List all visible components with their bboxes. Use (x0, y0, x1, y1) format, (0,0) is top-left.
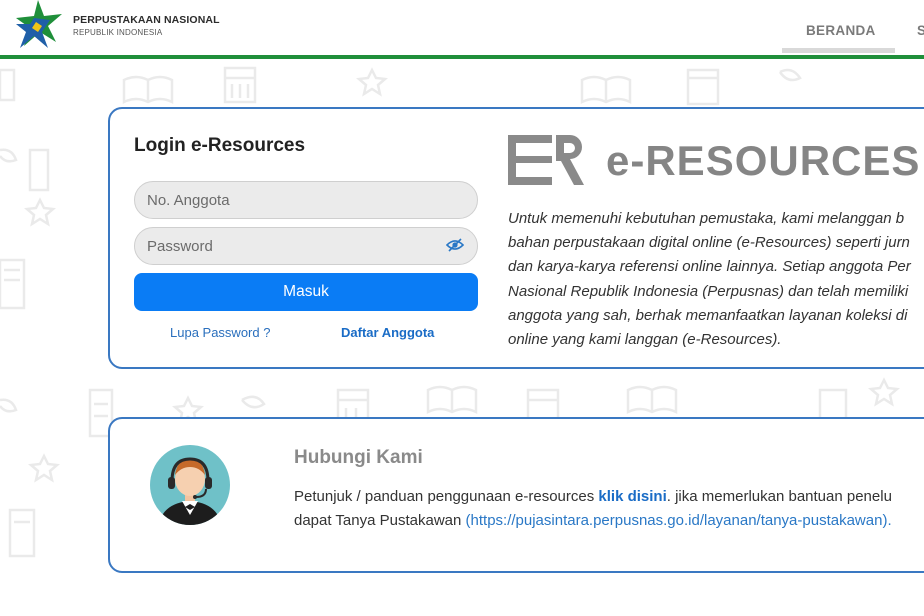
customer-service-agent-icon (148, 443, 232, 527)
brand-title: PERPUSTAKAAN NASIONAL (73, 14, 220, 26)
star-logo-icon[interactable] (12, 0, 72, 52)
contact-line-text: dapat Tanya Pustakawan (294, 512, 466, 529)
description-line: online yang kami langgan (e-Resources). (508, 331, 782, 349)
e-resources-description: Untuk memenuhi kebutuhan pemustaka, kami… (508, 207, 924, 352)
description-line: Untuk memenuhi kebutuhan pemustaka, kami… (508, 210, 905, 227)
nav-item-truncated[interactable]: S (917, 23, 924, 38)
contact-description: Petunjuk / panduan penggunaan e-resource… (294, 485, 892, 533)
password-input[interactable] (134, 227, 478, 265)
login-submit-button[interactable]: Masuk (134, 273, 478, 311)
login-card: Login e-Resources Masuk Lupa Password ? … (108, 107, 924, 369)
e-resources-title: e-RESOURCES (606, 137, 921, 184)
contact-card: Hubungi Kami Petunjuk / panduan pengguna… (108, 417, 924, 573)
description-line: Nasional Republik Indonesia (Perpusnas) … (508, 282, 909, 300)
brand-subtitle: REPUBLIK INDONESIA (73, 28, 163, 37)
nav-beranda[interactable]: BERANDA (806, 23, 876, 38)
e-resources-logo-icon (508, 131, 588, 191)
description-line: anggota yang sah, berhak memanfaatkan la… (508, 306, 908, 324)
contact-line: dapat Tanya Pustakawan (https://pujasint… (294, 509, 892, 533)
description-line: bahan perpustakaan digital online (e-Res… (508, 234, 910, 252)
login-title: Login e-Resources (134, 135, 306, 156)
member-number-input[interactable] (134, 181, 478, 219)
contact-line: Petunjuk / panduan penggunaan e-resource… (294, 485, 892, 509)
contact-line-text: Petunjuk / panduan penggunaan e-resource… (294, 488, 599, 505)
guide-link[interactable]: klik disini (598, 488, 666, 505)
nav-active-indicator (782, 48, 895, 53)
top-header: PERPUSTAKAAN NASIONAL REPUBLIK INDONESIA… (0, 0, 924, 56)
header-divider (0, 55, 924, 59)
forgot-password-link[interactable]: Lupa Password ? (170, 325, 270, 340)
description-line: dan karya-karya referensi online lainnya… (508, 258, 911, 276)
register-member-link[interactable]: Daftar Anggota (341, 325, 434, 340)
ask-librarian-link[interactable]: (https://pujasintara.perpusnas.go.id/lay… (466, 512, 892, 529)
contact-line-text: . jika memerlukan bantuan penelu (666, 488, 892, 505)
contact-title: Hubungi Kami (294, 447, 423, 468)
eye-slash-icon[interactable] (445, 238, 465, 252)
